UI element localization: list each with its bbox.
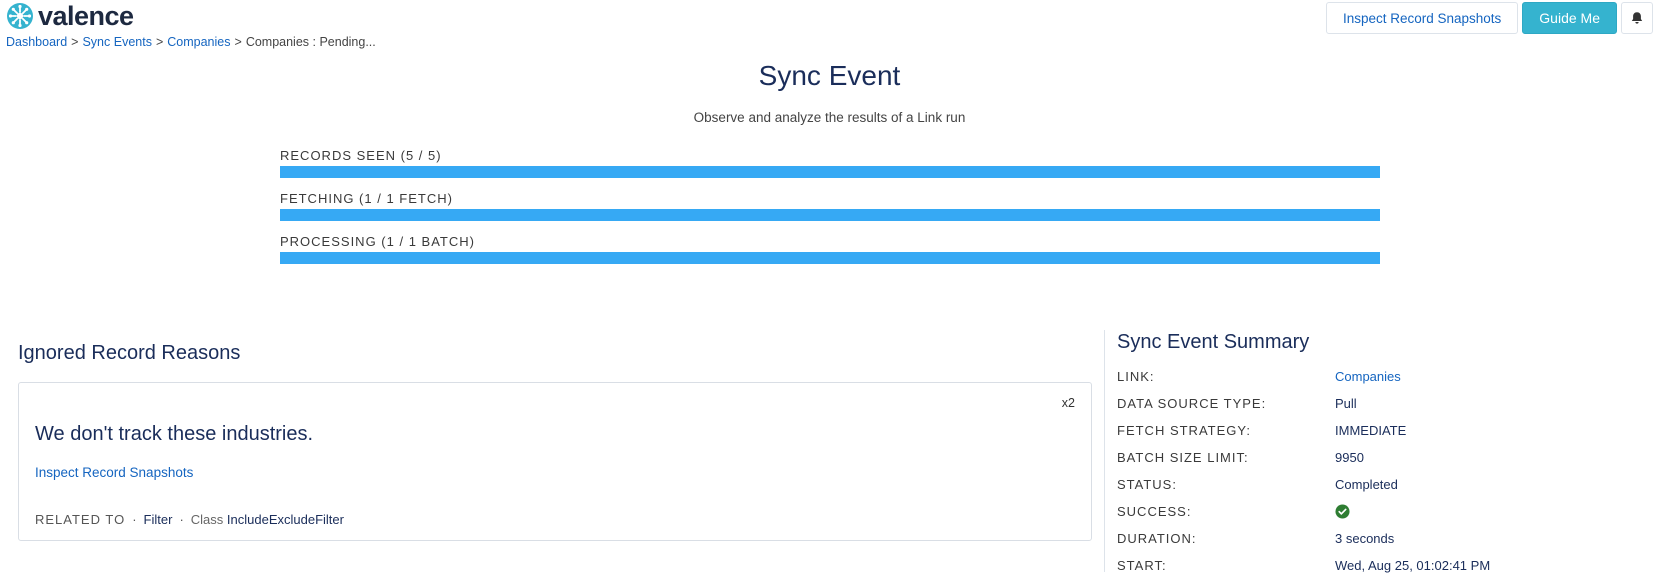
header-actions: Inspect Record Snapshots Guide Me <box>1325 2 1653 34</box>
progress-bar <box>280 252 1380 264</box>
progress-label: RECORDS SEEN (5 / 5) <box>280 148 442 163</box>
related-to-label: RELATED TO <box>35 512 126 527</box>
guide-me-button[interactable]: Guide Me <box>1522 2 1617 34</box>
summary-key: LINK: <box>1117 369 1155 384</box>
progress-label: FETCHING (1 / 1 FETCH) <box>280 191 453 206</box>
summary-value: Pull <box>1335 396 1357 411</box>
summary-row-duration: DURATION: 3 seconds <box>1117 525 1490 552</box>
separator-dot: · <box>179 512 184 527</box>
progress-processing: PROCESSING (1 / 1 BATCH) <box>280 234 1380 264</box>
summary-row-data-source-type: DATA SOURCE TYPE: Pull <box>1117 390 1490 417</box>
summary-value: IMMEDIATE <box>1335 423 1407 438</box>
summary-row-start: START: Wed, Aug 25, 01:02:41 PM <box>1117 552 1490 579</box>
related-class-label: Class <box>190 512 224 527</box>
separator-dot: · <box>132 512 137 527</box>
check-circle-icon <box>1335 504 1350 519</box>
breadcrumb-separator: > <box>71 35 79 49</box>
breadcrumb-dashboard[interactable]: Dashboard <box>6 35 67 49</box>
related-filter: Filter <box>143 512 173 527</box>
app-logo[interactable]: valence <box>6 2 134 30</box>
summary-row-success: SUCCESS: <box>1117 498 1490 525</box>
summary-value: Wed, Aug 25, 01:02:41 PM <box>1335 558 1491 573</box>
summary-row-fetch-strategy: FETCH STRATEGY: IMMEDIATE <box>1117 417 1490 444</box>
summary-divider <box>1104 330 1105 572</box>
breadcrumb-current: Companies : Pending... <box>245 35 376 49</box>
ignored-reasons-title: Ignored Record Reasons <box>18 342 241 364</box>
progress-fill <box>280 252 1380 264</box>
summary-value: 9950 <box>1335 450 1364 465</box>
breadcrumb-companies[interactable]: Companies <box>167 35 230 49</box>
bell-icon <box>1631 12 1643 24</box>
summary-key: DATA SOURCE TYPE: <box>1117 396 1267 411</box>
related-to: RELATED TO · Filter · Class IncludeExcludeFi… <box>35 512 344 527</box>
summary-list: LINK: Companies DATA SOURCE TYPE: Pull F… <box>1117 363 1490 579</box>
valence-logo-icon <box>7 3 33 29</box>
summary-link-value[interactable]: Companies <box>1335 369 1401 384</box>
reason-count-badge: x2 <box>1061 396 1075 410</box>
progress-records-seen: RECORDS SEEN (5 / 5) <box>280 148 1380 178</box>
summary-key: FETCH STRATEGY: <box>1117 423 1251 438</box>
summary-title: Sync Event Summary <box>1117 331 1310 353</box>
progress-fill <box>280 166 1380 178</box>
summary-key: BATCH SIZE LIMIT: <box>1117 450 1249 465</box>
page-subtitle: Observe and analyze the results of a Lin… <box>693 110 966 125</box>
summary-value <box>1335 504 1350 519</box>
progress-fetching: FETCHING (1 / 1 FETCH) <box>280 191 1380 221</box>
reason-text: We don't track these industries. <box>35 423 314 445</box>
progress-fill <box>280 209 1380 221</box>
progress-bar <box>280 166 1380 178</box>
inspect-record-snapshots-button[interactable]: Inspect Record Snapshots <box>1325 2 1519 34</box>
summary-row-batch-size-limit: BATCH SIZE LIMIT: 9950 <box>1117 444 1490 471</box>
summary-key: DURATION: <box>1117 531 1197 546</box>
logo-text: valence <box>38 1 134 31</box>
summary-value: 3 seconds <box>1335 531 1395 546</box>
reason-inspect-snapshots-link[interactable]: Inspect Record Snapshots <box>35 465 193 480</box>
related-class-value: IncludeExcludeFilter <box>226 512 344 527</box>
breadcrumb-separator: > <box>155 35 164 49</box>
breadcrumb-separator: > <box>234 35 242 49</box>
notifications-button[interactable] <box>1621 2 1653 34</box>
summary-key: SUCCESS: <box>1117 504 1192 519</box>
progress-section: RECORDS SEEN (5 / 5) FETCHING (1 / 1 FET… <box>280 148 1380 277</box>
summary-row-link: LINK: Companies <box>1117 363 1490 390</box>
progress-label: PROCESSING (1 / 1 BATCH) <box>280 234 475 249</box>
breadcrumb-sync-events[interactable]: Sync Events <box>82 35 151 49</box>
reason-card: x2 We don't track these industries. Insp… <box>18 382 1092 541</box>
page-title: Sync Event <box>758 60 901 91</box>
summary-key: STATUS: <box>1117 477 1177 492</box>
summary-row-status: STATUS: Completed <box>1117 471 1490 498</box>
summary-key: START: <box>1117 558 1167 573</box>
summary-value: Completed <box>1335 477 1398 492</box>
breadcrumb: Dashboard > Sync Events > Companies > Companie… <box>6 35 376 49</box>
progress-bar <box>280 209 1380 221</box>
